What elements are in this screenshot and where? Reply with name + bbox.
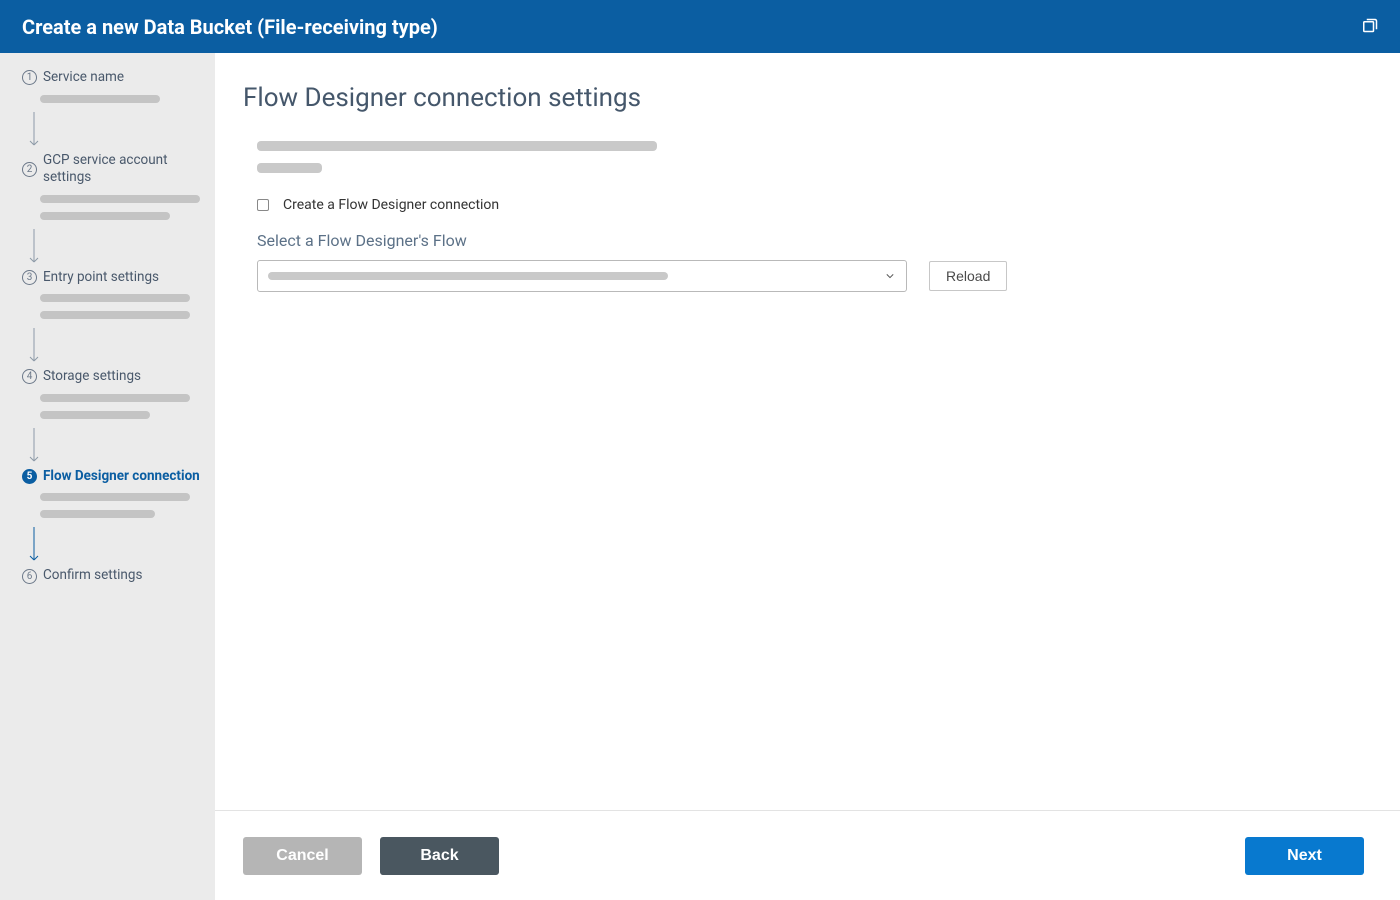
step-connector bbox=[22, 428, 205, 468]
placeholder-line bbox=[40, 311, 190, 319]
flow-select[interactable] bbox=[257, 260, 907, 292]
wizard-step-5[interactable]: 5 Flow Designer connection bbox=[22, 468, 205, 528]
next-button[interactable]: Next bbox=[1245, 837, 1364, 875]
wizard-step-6[interactable]: 6 Confirm settings bbox=[22, 567, 205, 585]
placeholder-line bbox=[40, 212, 170, 220]
step-connector bbox=[22, 229, 205, 269]
create-connection-checkbox-row[interactable]: Create a Flow Designer connection bbox=[257, 197, 1372, 213]
step-number-icon: 4 bbox=[22, 369, 37, 384]
page-title: Flow Designer connection settings bbox=[243, 83, 1372, 113]
step-number-icon: 5 bbox=[22, 469, 37, 484]
checkbox-icon[interactable] bbox=[257, 199, 269, 211]
step-number-icon: 6 bbox=[22, 569, 37, 584]
wizard-sidebar: 1 Service name 2 GCP service account set… bbox=[0, 53, 215, 900]
placeholder-line bbox=[40, 394, 190, 402]
placeholder-line bbox=[40, 95, 160, 103]
step-connector bbox=[22, 527, 205, 567]
step-label: Storage settings bbox=[43, 368, 141, 386]
header: Create a new Data Bucket (File-receiving… bbox=[0, 0, 1400, 53]
step-number-icon: 1 bbox=[22, 70, 37, 85]
main-panel: Flow Designer connection settings Create… bbox=[215, 53, 1400, 900]
placeholder-line bbox=[40, 510, 155, 518]
wizard-step-1[interactable]: 1 Service name bbox=[22, 69, 205, 112]
intro-placeholder bbox=[243, 141, 1372, 173]
step-connector bbox=[22, 328, 205, 368]
flow-select-label: Select a Flow Designer's Flow bbox=[257, 231, 1372, 250]
placeholder-line bbox=[257, 141, 657, 151]
wizard-step-2[interactable]: 2 GCP service account settings bbox=[22, 152, 205, 229]
reload-button[interactable]: Reload bbox=[929, 261, 1007, 291]
step-label: Entry point settings bbox=[43, 269, 159, 287]
step-label: Service name bbox=[43, 69, 124, 87]
chevron-down-icon bbox=[886, 274, 894, 279]
page-header-title: Create a new Data Bucket (File-receiving… bbox=[22, 15, 438, 39]
step-number-icon: 2 bbox=[22, 162, 37, 177]
wizard-step-4[interactable]: 4 Storage settings bbox=[22, 368, 205, 428]
cancel-button[interactable]: Cancel bbox=[243, 837, 362, 875]
placeholder-line bbox=[40, 411, 150, 419]
placeholder-line bbox=[40, 294, 190, 302]
step-label: Confirm settings bbox=[43, 567, 142, 585]
step-label: Flow Designer connection bbox=[43, 468, 200, 486]
placeholder-line bbox=[268, 272, 668, 280]
library-icon[interactable] bbox=[1360, 18, 1378, 36]
back-button[interactable]: Back bbox=[380, 837, 499, 875]
step-label: GCP service account settings bbox=[43, 152, 205, 187]
placeholder-line bbox=[257, 163, 322, 173]
placeholder-line bbox=[40, 493, 190, 501]
placeholder-line bbox=[40, 195, 200, 203]
checkbox-label: Create a Flow Designer connection bbox=[283, 197, 499, 213]
wizard-step-3[interactable]: 3 Entry point settings bbox=[22, 269, 205, 329]
wizard-footer: Cancel Back Next bbox=[215, 810, 1400, 900]
step-number-icon: 3 bbox=[22, 270, 37, 285]
step-connector bbox=[22, 112, 205, 152]
